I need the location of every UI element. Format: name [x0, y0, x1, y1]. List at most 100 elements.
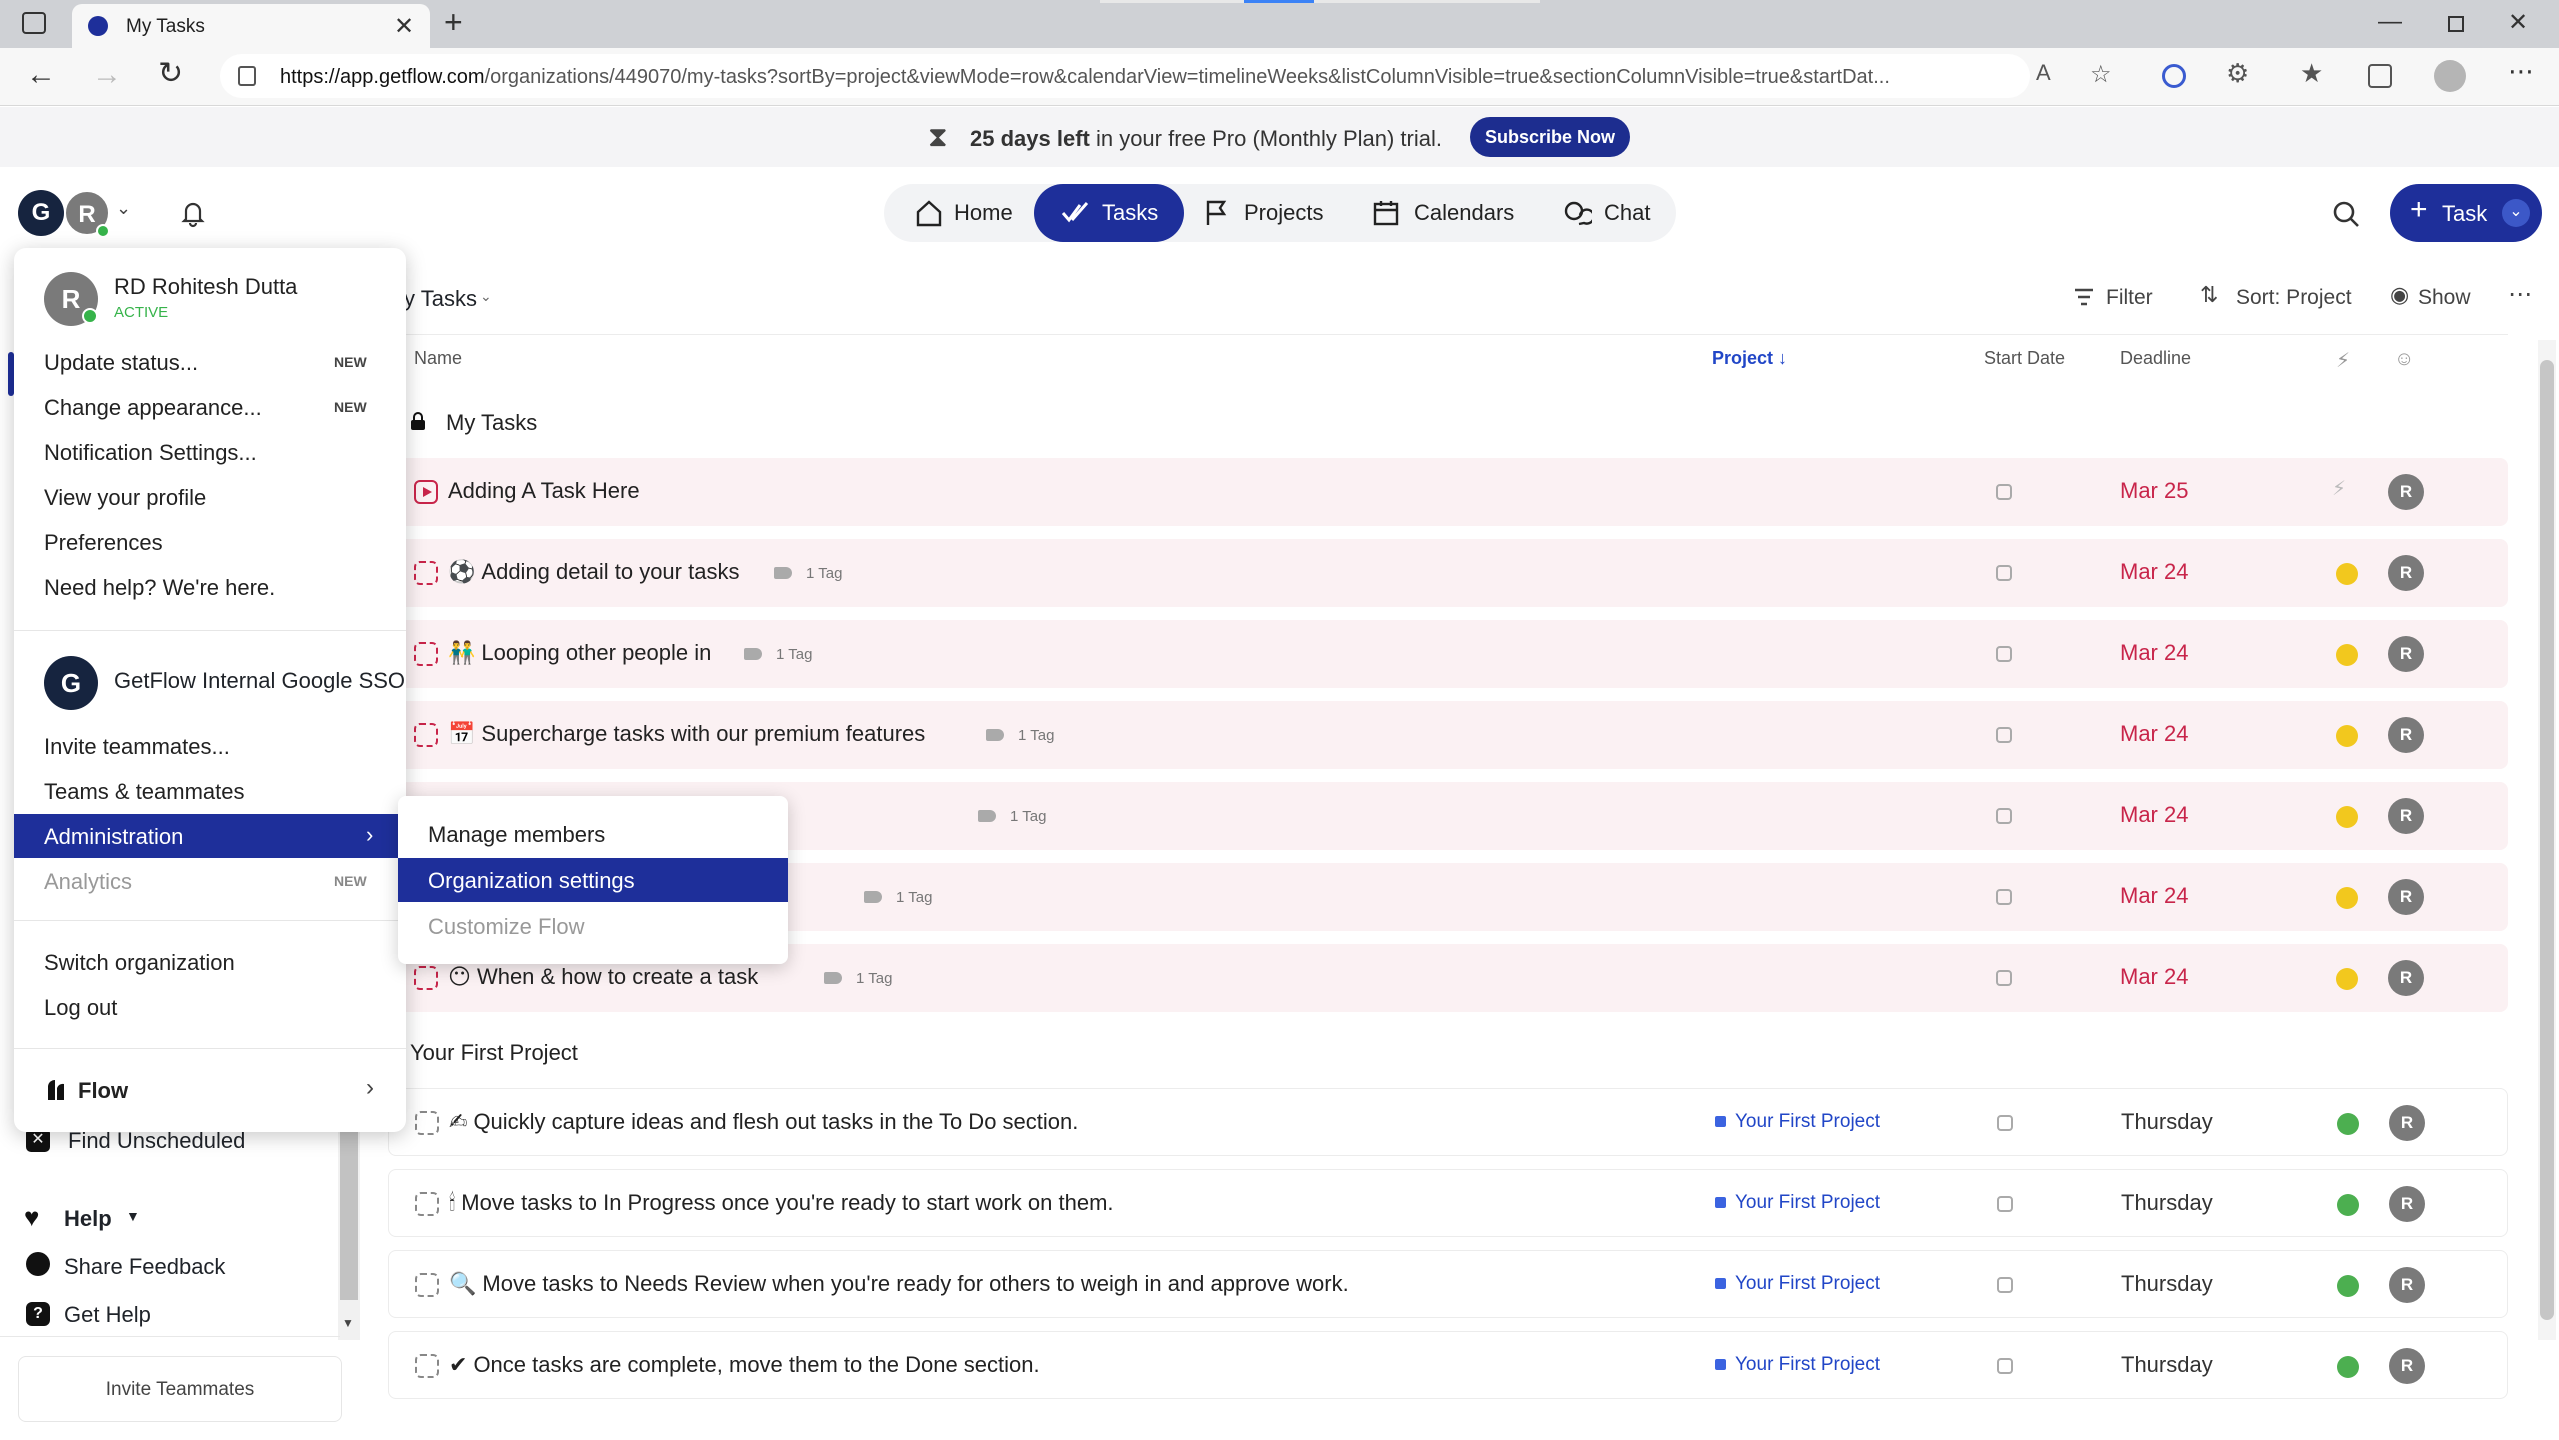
tag-badge[interactable]: 1 Tag: [824, 970, 892, 987]
column-project[interactable]: Project ↓: [1712, 348, 1787, 369]
task-name[interactable]: 🕯 Move tasks to In Progress once you're r…: [449, 1190, 1114, 1216]
nav-home[interactable]: Home: [906, 184, 1046, 242]
tag-badge[interactable]: 1 Tag: [774, 565, 842, 582]
project-link[interactable]: Your First Project: [1715, 1111, 1880, 1133]
assignee-avatar[interactable]: R: [2388, 474, 2424, 510]
favorite-add-icon[interactable]: ☆: [2090, 60, 2112, 89]
task-checkbox[interactable]: [414, 723, 438, 747]
view-title[interactable]: y Tasks: [404, 286, 477, 312]
chevron-right-icon[interactable]: ›: [366, 1074, 374, 1102]
sidebar-get-help[interactable]: Get Help: [64, 1302, 151, 1328]
nav-projects[interactable]: Projects: [1202, 184, 1352, 242]
browser-menu-icon[interactable]: ⋯: [2508, 56, 2534, 87]
menu-preferences[interactable]: Preferences: [44, 530, 163, 556]
menu-flow[interactable]: Flow: [78, 1078, 128, 1104]
task-name[interactable]: ⚽ Adding detail to your tasks: [448, 559, 739, 585]
assignee-avatar[interactable]: R: [2389, 1348, 2425, 1384]
task-checkbox[interactable]: [415, 1273, 439, 1297]
deadline-date[interactable]: Mar 24: [2120, 640, 2188, 666]
start-date-calendar-icon[interactable]: [1996, 970, 2012, 986]
read-aloud-icon[interactable]: A: [2036, 60, 2051, 86]
browser-tab[interactable]: My Tasks ✕: [72, 4, 430, 48]
priority-dot[interactable]: [2336, 644, 2358, 666]
menu-switch-organization[interactable]: Switch organization: [44, 950, 235, 976]
deadline-date[interactable]: Thursday: [2121, 1271, 2213, 1297]
deadline-date[interactable]: Mar 25: [2120, 478, 2188, 504]
section-my-tasks[interactable]: My Tasks: [446, 410, 537, 436]
task-name[interactable]: 👬 Looping other people in: [448, 640, 711, 666]
deadline-date[interactable]: Mar 24: [2120, 964, 2188, 990]
task-name[interactable]: ✍ Quickly capture ideas and flesh out tas…: [449, 1109, 1078, 1135]
priority-dot[interactable]: [2336, 887, 2358, 909]
column-name[interactable]: Name: [414, 348, 462, 369]
assignee-avatar[interactable]: R: [2388, 555, 2424, 591]
task-name[interactable]: 📅 Supercharge tasks with our premium feat…: [448, 721, 925, 747]
back-icon[interactable]: ←: [26, 58, 56, 92]
nav-calendars[interactable]: Calendars: [1372, 184, 1532, 242]
task-options-chevron-icon[interactable]: ⌄: [2502, 199, 2530, 227]
close-window-icon[interactable]: ✕: [2508, 8, 2528, 37]
minimize-icon[interactable]: —: [2378, 8, 2402, 36]
assignee-avatar[interactable]: R: [2388, 879, 2424, 915]
menu-change-appearance[interactable]: Change appearance...: [44, 395, 262, 421]
column-priority-icon[interactable]: ⚡: [2336, 348, 2350, 373]
priority-dot[interactable]: [2336, 725, 2358, 747]
assignee-avatar[interactable]: R: [2389, 1186, 2425, 1222]
assignee-avatar[interactable]: R: [2389, 1105, 2425, 1141]
priority-dot[interactable]: [2337, 1194, 2359, 1216]
sidebar-help[interactable]: Help: [64, 1206, 112, 1232]
task-checkbox[interactable]: [415, 1354, 439, 1378]
new-task-button[interactable]: + Task ⌄: [2390, 184, 2542, 242]
project-link[interactable]: Your First Project: [1715, 1354, 1880, 1376]
nav-chat[interactable]: Chat: [1562, 184, 1672, 242]
menu-notification-settings[interactable]: Notification Settings...: [44, 440, 257, 466]
main-scrollbar[interactable]: [2538, 340, 2556, 1340]
assignee-avatar[interactable]: R: [2388, 960, 2424, 996]
main-scroll-thumb[interactable]: [2540, 360, 2554, 1320]
start-date-calendar-icon[interactable]: [1996, 565, 2012, 581]
tab-actions-icon[interactable]: [22, 12, 46, 34]
deadline-date[interactable]: Thursday: [2121, 1352, 2213, 1378]
priority-dot[interactable]: [2337, 1113, 2359, 1135]
help-caret-down-icon[interactable]: ▼: [126, 1208, 140, 1224]
favorites-icon[interactable]: ★: [2300, 58, 2323, 89]
priority-dot[interactable]: [2337, 1275, 2359, 1297]
start-date-calendar-icon[interactable]: [1997, 1277, 2013, 1293]
table-row[interactable]: 📅 Supercharge tasks with our premium feat…: [388, 701, 2508, 769]
table-row[interactable]: ✔ Once tasks are complete, move them to t…: [388, 1331, 2508, 1399]
table-row[interactable]: 🔍 Move tasks to Needs Review when you're …: [388, 1250, 2508, 1318]
tag-badge[interactable]: 1 Tag: [978, 808, 1046, 825]
assignee-avatar[interactable]: R: [2389, 1267, 2425, 1303]
invite-teammates-button[interactable]: Invite Teammates: [18, 1356, 342, 1422]
submenu-customize-flow[interactable]: Customize Flow: [428, 914, 584, 940]
task-name[interactable]: 😶 When & how to create a task: [448, 964, 758, 990]
column-start-date[interactable]: Start Date: [1984, 348, 2065, 369]
menu-log-out[interactable]: Log out: [44, 995, 117, 1021]
task-checkbox[interactable]: [415, 1111, 439, 1135]
sidebar-share-feedback[interactable]: Share Feedback: [64, 1254, 225, 1280]
task-checkbox[interactable]: [414, 642, 438, 666]
deadline-date[interactable]: Mar 24: [2120, 802, 2188, 828]
extension-icon[interactable]: [2162, 64, 2186, 88]
start-date-calendar-icon[interactable]: [1997, 1115, 2013, 1131]
deadline-date[interactable]: Mar 24: [2120, 559, 2188, 585]
column-assignee-icon[interactable]: ☺: [2394, 348, 2414, 371]
menu-update-status[interactable]: Update status...: [44, 350, 198, 376]
new-tab-icon[interactable]: +: [444, 4, 463, 41]
column-deadline[interactable]: Deadline: [2120, 348, 2191, 369]
priority-dot[interactable]: [2336, 563, 2358, 585]
forward-icon[interactable]: →: [92, 58, 122, 92]
task-checkbox[interactable]: [415, 1192, 439, 1216]
project-link[interactable]: Your First Project: [1715, 1192, 1880, 1214]
task-checkbox[interactable]: [414, 561, 438, 585]
start-date-calendar-icon[interactable]: [1996, 646, 2012, 662]
task-name[interactable]: 🔍 Move tasks to Needs Review when you're …: [449, 1271, 1349, 1297]
menu-teams[interactable]: Teams & teammates: [44, 779, 245, 805]
show-button[interactable]: Show: [2418, 286, 2471, 310]
menu-analytics[interactable]: Analytics: [44, 869, 132, 895]
more-options-icon[interactable]: ⋯: [2508, 280, 2532, 309]
start-date-calendar-icon[interactable]: [1997, 1358, 2013, 1374]
assignee-avatar[interactable]: R: [2388, 798, 2424, 834]
extensions-icon[interactable]: ⚙: [2226, 58, 2249, 89]
deadline-date[interactable]: Mar 24: [2120, 721, 2188, 747]
